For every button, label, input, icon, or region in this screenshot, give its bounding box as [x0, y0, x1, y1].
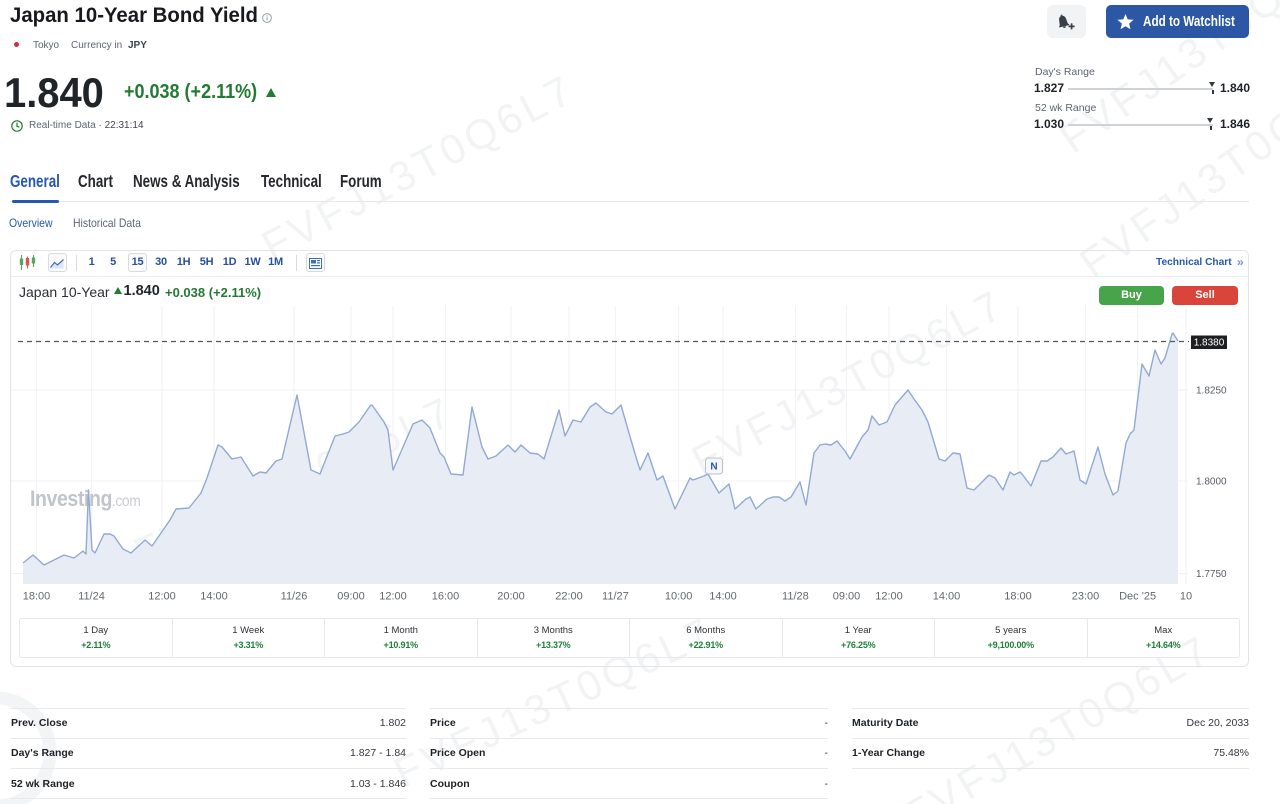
svg-text:FVFJ13T0Q6L7: FVFJ13T0Q6L7	[254, 65, 582, 269]
